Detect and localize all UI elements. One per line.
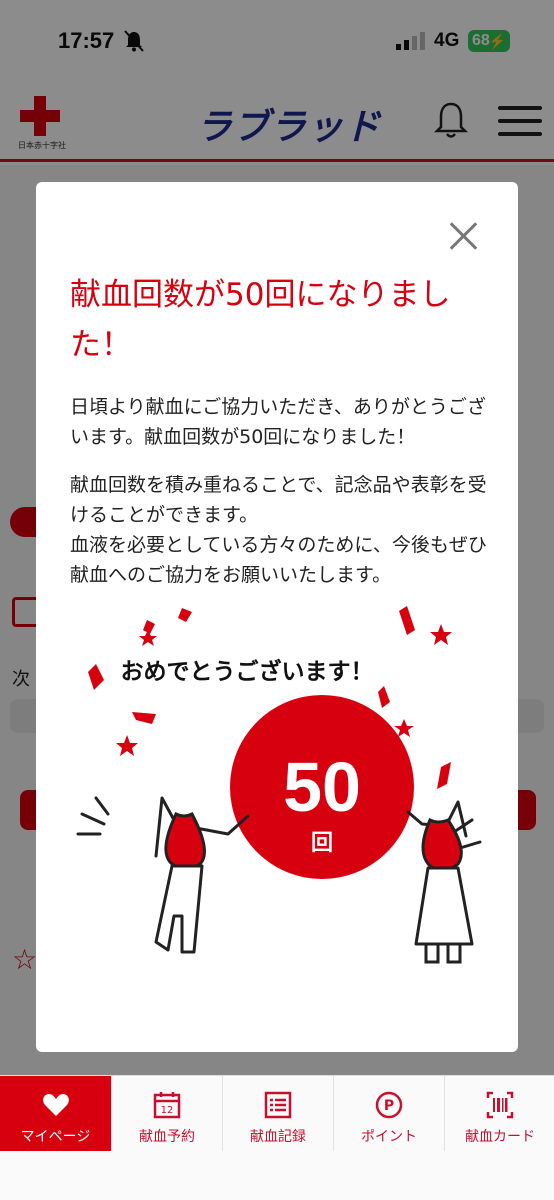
congratulations-text: おめでとうございます！	[120, 659, 374, 685]
modal-description: 献血回数を積み重ねることで、記念品や表彰を受けることができます。 血液を必要とし…	[70, 470, 494, 590]
modal-description-line2: 血液を必要としている方々のために、今後もぜひ献血へのご協力をお願いいたします。	[70, 534, 487, 586]
donation-count-unit: 回	[310, 831, 333, 856]
nav-item-card[interactable]: 献血カード	[444, 1076, 554, 1151]
nav-item-reservation[interactable]: 12 献血予約	[111, 1076, 222, 1151]
nav-item-points[interactable]: P ポイント	[333, 1076, 444, 1151]
nav-item-mypage[interactable]: マイページ	[0, 1076, 111, 1151]
donation-count: 50	[283, 748, 361, 826]
nav-label-mypage: マイページ	[20, 1129, 91, 1145]
modal-description-line1: 献血回数を積み重ねることで、記念品や表彰を受けることができます。	[70, 474, 487, 526]
modal-message: 日頃より献血にご協力いただき、ありがとうございます。献血回数が50回になりました…	[70, 396, 486, 448]
calendar-icon: 12	[153, 1092, 181, 1119]
modal-title: 献血回数が50回になりました！	[70, 277, 451, 363]
svg-text:12: 12	[161, 1105, 174, 1116]
nav-item-records[interactable]: 献血記録	[222, 1076, 333, 1151]
point-icon: P	[375, 1091, 403, 1119]
nav-label-card: 献血カード	[465, 1129, 535, 1145]
nav-label-reservation: 献血予約	[139, 1129, 195, 1145]
barcode-icon	[486, 1091, 514, 1119]
nav-label-points: ポイント	[361, 1129, 417, 1145]
heart-icon	[42, 1094, 69, 1116]
close-icon[interactable]	[446, 218, 482, 254]
milestone-modal: 献血回数が50回になりました！ 日頃より献血にご協力いただき、ありがとうございま…	[36, 182, 518, 1052]
celebration-illustration: おめでとうございます！ 50 回	[76, 602, 496, 1022]
svg-text:P: P	[384, 1098, 394, 1114]
bottom-navigation: マイページ 12 献血予約 献血記録 P ポイント 献血カード	[0, 1075, 554, 1200]
nav-label-records: 献血記録	[250, 1129, 306, 1145]
list-icon	[264, 1091, 292, 1119]
